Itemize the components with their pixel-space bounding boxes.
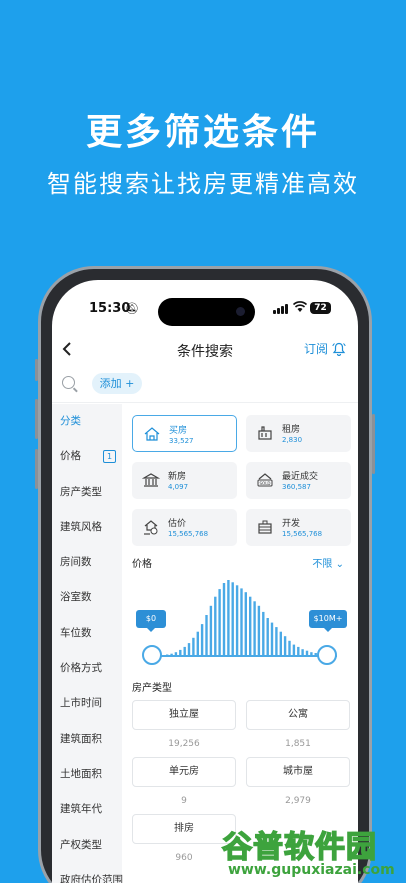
histogram-bar [283,636,287,656]
develop-icon [258,520,272,534]
add-filter-button[interactable]: 添加 + [92,373,142,394]
histogram-bar [187,643,191,656]
histogram-bar [192,637,195,656]
bell-icon [332,342,346,356]
sidebar-item-gov-valuation[interactable]: 政府估价范围 [52,863,123,883]
histogram-bar [205,615,208,656]
sidebar-item-rooms[interactable]: 房间数 [52,545,122,580]
histogram-bar [279,631,282,656]
histogram-bar [235,585,239,656]
type-detached[interactable]: 独立屋 [132,700,236,730]
dynamic-island [158,298,255,326]
watermark-logo: 谷普软件园 [221,829,377,866]
histogram-bar [292,644,296,656]
status-bar: 15:30 🔕︎ 72 [52,298,358,326]
histogram-bar [257,605,261,656]
phone-frame: 15:30 🔕︎ 72 条件搜索 订阅 添加 + 分类 价格 1 房产类型 建筑… [35,266,375,883]
svg-text:SOLD: SOLD [260,481,271,486]
search-icon[interactable] [62,376,75,389]
category-valuation[interactable]: 估价 15,565,768 [132,509,237,546]
histogram-bar [297,646,300,656]
category-new[interactable]: 新房 4,097 [132,462,237,499]
sidebar-item-year-built[interactable]: 建筑年代 [52,792,122,827]
category-develop[interactable]: 开发 15,565,768 [246,509,351,546]
histogram-bar [240,588,243,656]
category-buy[interactable]: 买房 33,527 [132,415,237,452]
sidebar-item-bathrooms[interactable]: 浴室数 [52,580,122,615]
silent-bell-icon: 🔕︎ [125,302,139,315]
house-icon [144,427,160,441]
histogram-bar [183,646,186,656]
type-unit[interactable]: 单元房 [132,757,236,787]
min-price-tooltip: $0 [136,610,166,632]
type-townhouse-count: 2,979 [285,796,311,806]
chevron-down-icon: ⌄ [335,559,344,570]
rent-icon [258,426,272,440]
histogram-bar [301,649,304,656]
watermark-url: www.gupuxiazai.com [228,862,395,878]
histogram-bar [270,622,274,656]
app-screen: 15:30 🔕︎ 72 条件搜索 订阅 添加 + 分类 价格 1 房产类型 建筑… [52,280,358,883]
signal-icon [273,304,288,314]
building-icon [142,473,160,487]
search-row: 添加 + [52,373,358,403]
property-type-section-label: 房产类型 [132,683,172,694]
watermark: 谷普软件园 www.gupuxiazai.com [218,818,406,883]
histogram-bar [266,618,269,656]
histogram-bar [249,596,252,656]
histogram-bar [244,592,247,656]
sidebar-item-price-method[interactable]: 价格方式 [52,651,122,686]
histogram-bar [222,583,226,656]
max-price-handle[interactable] [317,645,337,665]
histogram-bar [218,589,221,656]
sidebar-item-style[interactable]: 建筑风格 [52,510,122,545]
sidebar-item-ownership[interactable]: 产权类型 [52,828,122,863]
wifi-icon [292,301,308,316]
subline: 智能搜索让找房更精准高效 [47,170,359,198]
sidebar-item-category[interactable]: 分类 [52,404,122,439]
sidebar-item-property-type[interactable]: 房产类型 [52,475,122,510]
histogram-bar [209,605,213,656]
count-badge: 1 [103,450,116,464]
histogram-bar [275,627,278,656]
histogram-bar [231,582,234,656]
type-condo-count: 1,851 [285,739,311,749]
min-price-handle[interactable] [142,645,162,665]
histogram-bar [214,596,217,656]
max-price-tooltip: $10M+ [309,610,347,632]
price-section-label: 价格 [132,559,152,570]
histogram-bar [288,640,291,656]
valuation-icon [144,520,158,535]
sidebar-item-parking[interactable]: 车位数 [52,616,122,651]
sidebar-item-price[interactable]: 价格 1 [52,439,122,474]
subscribe-label: 订阅 [303,342,328,356]
sidebar-item-floor-area[interactable]: 建筑面积 [52,722,122,757]
histogram-bar [196,631,199,656]
subscribe-button[interactable]: 订阅 [304,340,346,357]
type-detached-count: 19,256 [168,739,200,749]
filter-content: 买房 33,527 租房 2,830 新房 4,097 SOLD 最近成交 36… [122,404,358,883]
type-condo[interactable]: 公寓 [246,700,350,730]
price-any-dropdown[interactable]: 不限 ⌄ [312,555,344,570]
battery-indicator: 72 [310,302,331,314]
sidebar-item-land-area[interactable]: 土地面积 [52,757,122,792]
type-townhouse[interactable]: 城市屋 [246,757,350,787]
sold-icon: SOLD [257,473,273,487]
category-sold[interactable]: SOLD 最近成交 360,587 [246,462,351,499]
filter-sidebar: 分类 价格 1 房产类型 建筑风格 房间数 浴室数 车位数 价格方式 上市时间 建… [52,404,123,883]
sidebar-item-listing-time[interactable]: 上市时间 [52,686,122,721]
histogram-bar [227,580,230,656]
nav-bar: 条件搜索 订阅 [52,336,358,366]
price-histogram [152,580,337,657]
histogram-bar [200,624,204,656]
type-unit-count: 9 [181,796,187,806]
histogram-bar [262,611,265,656]
histogram-bar [253,601,256,656]
headline: 更多筛选条件 [85,112,320,153]
category-rent[interactable]: 租房 2,830 [246,415,351,452]
